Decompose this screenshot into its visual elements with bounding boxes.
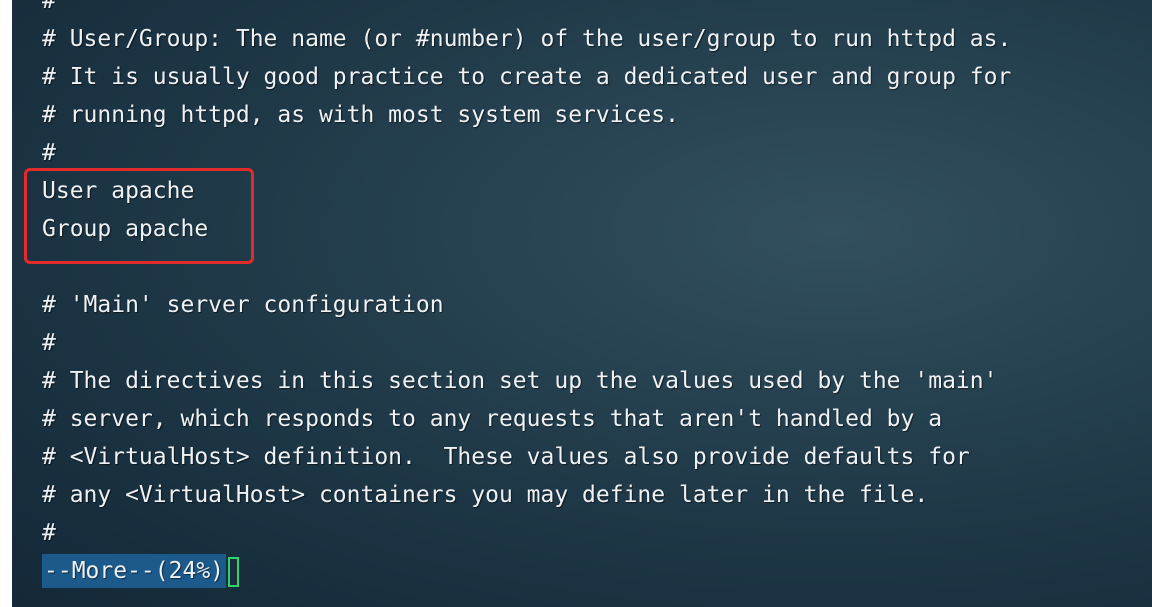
- output-line: # running httpd, as with most system ser…: [42, 102, 679, 128]
- output-line: # 'Main' server configuration: [42, 292, 444, 318]
- output-line: # It is usually good practice to create …: [42, 64, 1012, 90]
- output-line: # User/Group: The name (or #number) of t…: [42, 26, 1012, 52]
- pager-more-prompt[interactable]: --More--(24%): [42, 554, 227, 588]
- terminal-cursor: [228, 556, 240, 587]
- terminal-window[interactable]: # # User/Group: The name (or #number) of…: [12, 0, 1152, 607]
- output-line: # server, which responds to any requests…: [42, 406, 943, 432]
- output-line: #: [42, 0, 56, 14]
- terminal-output: # # User/Group: The name (or #number) of…: [42, 0, 1011, 590]
- output-line: #: [42, 520, 56, 546]
- output-line: # The directives in this section set up …: [42, 368, 998, 394]
- output-line: #: [42, 330, 56, 356]
- window-left-border: [0, 0, 12, 607]
- output-line: #: [42, 140, 56, 166]
- output-line: # any <VirtualHost> containers you may d…: [42, 482, 929, 508]
- pager-line: --More--(24%): [42, 552, 1011, 590]
- output-line: # <VirtualHost> definition. These values…: [42, 444, 970, 470]
- highlight-annotation-box: [24, 168, 254, 264]
